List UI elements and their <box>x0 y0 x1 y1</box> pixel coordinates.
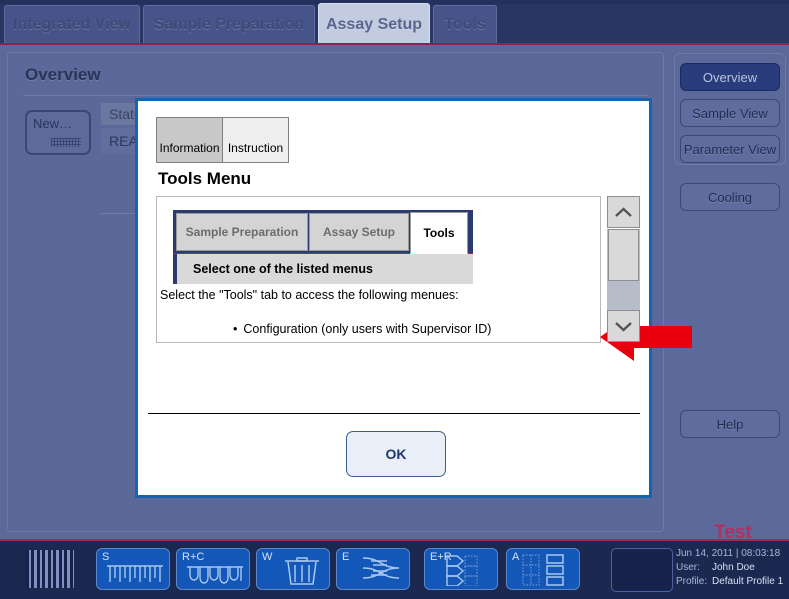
dialog-tab-information-label: Information <box>159 141 220 155</box>
ok-button-label: OK <box>385 446 407 462</box>
illustrated-tab-assay-setup: Assay Setup <box>309 213 409 251</box>
instruction-highlight-bar: Select one of the listed menus <box>173 254 473 284</box>
sidebar-item-sample-view[interactable]: Sample View <box>680 99 780 127</box>
status-user: User: John Doe <box>676 561 783 575</box>
list-item: Configuration (only users with Superviso… <box>233 322 491 336</box>
chevron-up-icon <box>615 206 632 217</box>
tab-sample-preparation-label: Sample Preparation <box>153 15 305 33</box>
dialog-title: Tools Menu <box>158 169 252 188</box>
bottom-accent-rule <box>0 539 789 541</box>
status-datetime: Jun 14, 2011 | 08:03:18 <box>676 548 781 559</box>
assay-icon-label: A <box>512 551 520 563</box>
scrollbar-thumb[interactable] <box>608 229 639 281</box>
assay-icon[interactable]: A <box>506 548 580 590</box>
status-user-value: John Doe <box>712 562 755 573</box>
waste-icon-label: W <box>262 551 273 563</box>
grip-icon <box>51 138 81 147</box>
tab-integrated-view[interactable]: Integrated View <box>4 5 140 43</box>
app-window: Integrated View Sample Preparation Assay… <box>0 0 789 599</box>
status-profile-label: Profile: <box>676 576 708 587</box>
sidebar-item-cooling-label: Cooling <box>707 189 753 205</box>
instruction-menu-list: Configuration (only users with Superviso… <box>193 322 491 343</box>
eluate-reagents-icon[interactable]: E+R <box>424 548 498 590</box>
new-button[interactable]: New… <box>25 110 91 155</box>
tab-tools-label: Tools <box>444 15 486 33</box>
tab-assay-setup-label: Assay Setup <box>325 16 423 33</box>
status-user-label: User: <box>676 562 700 573</box>
panel-divider <box>23 95 648 96</box>
chevron-down-icon <box>615 321 632 332</box>
illustrated-tab-tools: Tools <box>410 212 468 254</box>
instruction-highlight-label: Select one of the listed menus <box>193 262 373 276</box>
tab-sample-preparation[interactable]: Sample Preparation <box>143 5 315 43</box>
illustrated-tab-tools-label: Tools <box>423 226 455 240</box>
tab-integrated-view-label: Integrated View <box>13 15 131 33</box>
dialog-tab-information[interactable]: Information <box>156 117 223 163</box>
instruction-viewport: Sample Preparation Assay Setup Tools Sel… <box>156 196 601 343</box>
new-button-label: New… <box>33 116 73 131</box>
sidebar-item-help[interactable]: Help <box>680 410 780 438</box>
dialog-tab-bar: Information Instruction <box>156 117 289 163</box>
tab-assay-setup[interactable]: Assay Setup <box>318 3 430 46</box>
sidebar-item-cooling[interactable]: Cooling <box>680 183 780 211</box>
dialog-divider <box>148 413 640 414</box>
sidebar-item-overview-label: Overview <box>702 69 758 85</box>
tab-tools[interactable]: Tools <box>433 5 497 43</box>
device-status-indicator[interactable] <box>611 548 673 592</box>
sidebar-item-sample-view-label: Sample View <box>692 105 768 121</box>
illustrated-tab-sample-preparation: Sample Preparation <box>176 213 308 251</box>
dialog-tab-instruction-label: Instruction <box>227 141 284 155</box>
sidebar-item-help-label: Help <box>716 416 744 432</box>
bottom-toolbar: S R+C W E E+R A Jun 14, 2011 | 08:03:18 … <box>0 539 789 599</box>
sample-prep-icon[interactable]: S <box>96 548 170 590</box>
instruction-intro: Select the "Tools" tab to access the fol… <box>160 288 459 302</box>
scroll-down-button[interactable] <box>607 310 640 342</box>
reagents-controls-icon[interactable]: R+C <box>176 548 250 590</box>
main-tab-bar: Integrated View Sample Preparation Assay… <box>0 0 789 46</box>
ok-button[interactable]: OK <box>346 431 446 477</box>
eluate-icon-label: E <box>342 551 350 563</box>
scrollbar-track[interactable] <box>607 229 640 310</box>
instruction-dialog: Information Instruction Tools Menu Sampl… <box>135 98 692 498</box>
waste-icon[interactable]: W <box>256 548 330 590</box>
illustrated-tab-sample-preparation-label: Sample Preparation <box>185 225 299 239</box>
dialog-tab-instruction[interactable]: Instruction <box>223 117 289 163</box>
barcode-icon[interactable] <box>26 550 74 588</box>
illustrated-tab-strip: Sample Preparation Assay Setup Tools <box>173 210 473 255</box>
status-profile-value: Default Profile 1 <box>712 576 784 587</box>
instruction-scrollbar[interactable] <box>607 196 640 343</box>
illustrated-tab-assay-setup-label: Assay Setup <box>322 225 396 239</box>
sidebar-item-parameter-view-label: Parameter View <box>683 141 777 157</box>
scroll-up-button[interactable] <box>607 196 640 228</box>
page-title: Overview <box>25 65 101 84</box>
status-profile: Profile: Default Profile 1 <box>676 575 783 589</box>
eluate-icon[interactable]: E <box>336 548 410 590</box>
right-sidebar: Overview Sample View Parameter View Cool… <box>668 45 789 558</box>
status-bar: Jun 14, 2011 | 08:03:18 User: John Doe Pr… <box>676 547 783 589</box>
sidebar-item-overview[interactable]: Overview <box>680 63 780 91</box>
sidebar-item-parameter-view[interactable]: Parameter View <box>680 135 780 163</box>
